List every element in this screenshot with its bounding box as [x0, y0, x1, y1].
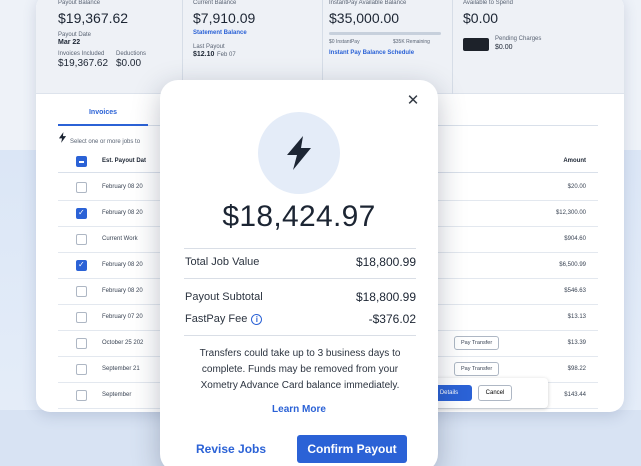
- fastpay-fee-value: -$376.02: [368, 312, 416, 326]
- invoices-included-label: Invoices Included: [58, 51, 105, 57]
- payout-subtotal-label: Payout Subtotal: [185, 291, 263, 303]
- payout-balance-label: Payout Balance: [58, 0, 101, 6]
- row-amount: $546.63: [564, 288, 586, 294]
- row-checkbox[interactable]: [76, 312, 87, 323]
- row-checkbox[interactable]: [76, 234, 87, 245]
- pending-charges-value: $0.00: [495, 44, 513, 51]
- divider: [184, 278, 416, 279]
- selection-action-bar: Details Cancel: [420, 378, 548, 408]
- available-label: Available to Spend: [463, 0, 513, 6]
- select-all-checkbox[interactable]: [76, 156, 87, 167]
- card-image: [463, 38, 489, 51]
- instant-pay-label: InstantPay Available Balance: [329, 0, 407, 6]
- row-payout-date: February 07 20: [102, 314, 143, 320]
- row-checkbox[interactable]: [76, 390, 87, 401]
- row-payout-date: September: [102, 392, 132, 398]
- payout-balance-value: $19,367.62: [58, 10, 129, 26]
- row-checkbox[interactable]: [76, 286, 87, 297]
- total-job-value: $18,800.99: [355, 255, 416, 269]
- instant-pay-value: $35,000.00: [329, 10, 400, 26]
- instant-pay-schedule-link[interactable]: Instant Pay Balance Schedule: [329, 50, 414, 56]
- instant-pay-used: $0 InstantPay: [329, 39, 360, 45]
- info-icon[interactable]: i: [251, 314, 263, 325]
- row-amount: $12,300.00: [555, 210, 586, 216]
- lightning-bolt-icon: [287, 136, 311, 170]
- last-payout-value: $12.10: [193, 51, 215, 58]
- lightning-icon: [58, 132, 67, 143]
- divider: [184, 335, 416, 336]
- close-icon[interactable]: ✕: [406, 93, 420, 108]
- hero-icon-circle: [258, 112, 340, 194]
- pay-transfer-badge[interactable]: Pay Transfer: [454, 362, 500, 376]
- deductions-value: $0.00: [116, 58, 142, 69]
- row-payout-date: Current Work: [102, 236, 138, 242]
- row-amount: $20.00: [567, 184, 586, 190]
- row-payout-date: February 08 20: [102, 262, 143, 268]
- deductions-label: Deductions: [116, 51, 147, 57]
- row-amount: $13.13: [567, 314, 586, 320]
- row-payout-date: February 08 20: [102, 210, 143, 216]
- statement-balance-link[interactable]: Statement Balance: [193, 30, 247, 36]
- row-amount: $98.22: [567, 366, 586, 372]
- row-payout-date: October 25 202: [102, 340, 144, 346]
- fastpay-fee-row: FastPay Fee i: [185, 313, 263, 325]
- selection-hint: Select one or more jobs to: [70, 139, 141, 145]
- tab-invoices[interactable]: Invoices: [58, 102, 148, 126]
- revise-jobs-button[interactable]: Revise Jobs: [196, 442, 266, 456]
- invoices-included-value: $19,367.62: [58, 58, 109, 69]
- row-amount: $6,500.99: [559, 262, 586, 268]
- row-amount: $143.44: [564, 392, 586, 398]
- pay-transfer-badge[interactable]: Pay Transfer: [454, 336, 500, 350]
- row-amount: $904.60: [564, 236, 586, 242]
- last-payout-date: Feb 07: [217, 52, 236, 58]
- row-checkbox[interactable]: [76, 182, 87, 193]
- current-balance-value: $7,910.09: [193, 10, 256, 26]
- pending-charges-label: Pending Charges: [495, 36, 542, 42]
- payout-balance-column: Payout Balance $19,367.62 Payout Date Ma…: [36, 0, 170, 94]
- confirm-payout-button[interactable]: Confirm Payout: [297, 435, 407, 463]
- last-payout-label: Last Payout: [193, 44, 225, 50]
- available-column: Available to Spend $0.00 Pending Charges…: [452, 0, 602, 94]
- row-payout-date: February 08 20: [102, 184, 143, 190]
- payout-subtotal-value: $18,800.99: [355, 290, 416, 304]
- row-checkbox[interactable]: [76, 208, 87, 219]
- row-checkbox[interactable]: [76, 338, 87, 349]
- payout-date-label: Payout Date: [58, 32, 92, 38]
- row-payout-date: September 21: [102, 366, 140, 372]
- row-checkbox[interactable]: [76, 364, 87, 375]
- divider: [184, 248, 416, 249]
- available-value: $0.00: [463, 10, 499, 26]
- payout-date-value: Mar 22: [58, 39, 81, 46]
- current-balance-label: Current Balance: [193, 0, 237, 6]
- total-job-value-label: Total Job Value: [185, 256, 260, 268]
- instant-pay-remaining: $35K Remaining: [393, 39, 430, 45]
- confirm-payout-modal: ✕ $18,424.97 Total Job Value $18,800.99 …: [160, 80, 438, 466]
- fastpay-fee-label: FastPay Fee: [185, 313, 248, 325]
- column-header-date: Est. Payout Dat: [102, 158, 147, 164]
- cancel-button[interactable]: Cancel: [478, 385, 512, 401]
- row-checkbox[interactable]: [76, 260, 87, 271]
- payout-amount: $18,424.97: [222, 200, 376, 233]
- instant-pay-progress: [329, 32, 441, 35]
- learn-more-link[interactable]: Learn More: [160, 404, 438, 415]
- row-amount: $13.39: [567, 340, 586, 346]
- column-header-amount: Amount: [563, 158, 586, 164]
- transfer-notice: Transfers could take up to 3 business da…: [199, 348, 401, 391]
- row-payout-date: February 08 20: [102, 288, 143, 294]
